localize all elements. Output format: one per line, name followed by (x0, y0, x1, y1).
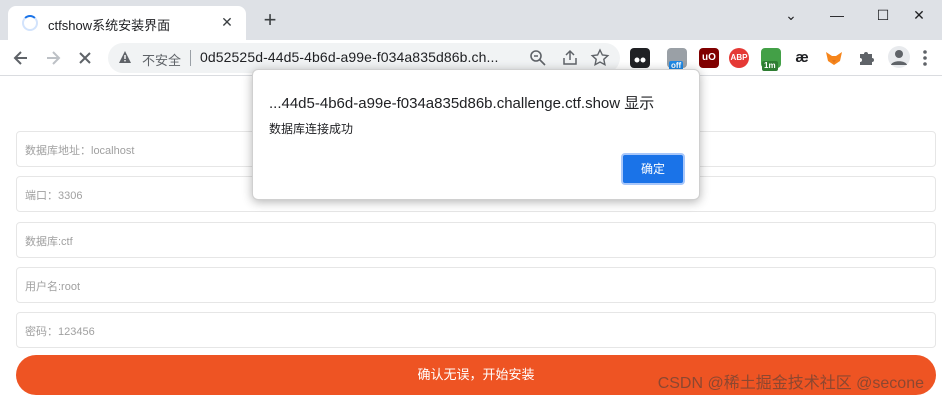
bookmark-star-icon[interactable] (590, 48, 610, 68)
new-tab-button[interactable]: + (258, 9, 282, 33)
ublock-label: uO (702, 52, 716, 63)
username-field[interactable]: 用户名:root (16, 267, 936, 303)
dialog-message: 数据库连接成功 (269, 122, 354, 136)
adblock-label: ABP (730, 53, 748, 62)
ae-icon[interactable]: æ (792, 48, 812, 68)
fox-icon (826, 52, 842, 65)
tampermonkey-glyph-icon (634, 57, 646, 63)
alert-dialog: ...44d5-4b6d-a99e-f034a835d86b.challenge… (252, 69, 700, 200)
1m-badge: 1m (762, 61, 778, 71)
minimize-button[interactable]: — (814, 2, 860, 28)
db-name-text: 数据库:ctf (25, 236, 73, 248)
ublock-icon[interactable]: uO (699, 48, 719, 68)
username-text: 用户名:root (25, 281, 81, 293)
share-icon[interactable] (560, 48, 580, 68)
tab-title: ctfshow系统安装界面 (48, 18, 171, 33)
extensions-puzzle-icon (860, 52, 874, 65)
puzzle-icon[interactable] (856, 48, 876, 68)
menu-button[interactable] (912, 45, 938, 71)
ext-off-icon[interactable]: off (667, 48, 687, 71)
dialog-title: ...44d5-4b6d-a99e-f034a835d86b.challenge… (269, 95, 655, 112)
port-text: 端口：3306 (25, 190, 83, 202)
stop-button[interactable] (72, 45, 98, 71)
password-field[interactable]: 密码：123456 (16, 312, 936, 348)
forward-button[interactable] (40, 45, 66, 71)
ext-green-icon[interactable]: 1m (761, 48, 781, 71)
tab-search-icon[interactable]: ⌄ (768, 2, 814, 28)
loading-spinner-icon (22, 15, 38, 31)
url-text[interactable]: 0d52525d-44d5-4b6d-a99e-f034a835d86b.ch.… (200, 49, 498, 65)
profile-avatar[interactable] (888, 46, 910, 68)
tampermonkey-icon[interactable] (630, 48, 650, 68)
password-text: 密码：123456 (25, 326, 95, 338)
back-arrow-icon (13, 51, 27, 65)
star-icon (590, 48, 610, 67)
forward-arrow-icon (47, 51, 61, 65)
tab-active[interactable]: ctfshow系统安装界面 ✕ (8, 6, 246, 40)
zoom-icon[interactable] (528, 48, 548, 68)
ae-label: æ (795, 49, 809, 66)
db-host-text: 数据库地址：localhost (25, 145, 135, 157)
share-arrow-icon (563, 49, 577, 65)
divider (190, 50, 191, 66)
tab-close-icon[interactable]: ✕ (218, 13, 236, 31)
watermark: CSDN @稀土掘金技术社区 @secone (657, 375, 924, 392)
metamask-icon[interactable] (824, 48, 844, 68)
warning-icon[interactable] (118, 50, 132, 64)
security-label[interactable]: 不安全 (142, 50, 181, 69)
tab-strip: ctfshow系统安装界面 ✕ + ⌄ — ☐ ✕ (0, 0, 942, 40)
browser-window: ctfshow系统安装界面 ✕ + ⌄ — ☐ ✕ 不安全 0d52525d-4… (0, 0, 942, 408)
stop-x-icon (79, 52, 91, 64)
ok-button[interactable]: 确定 (621, 153, 685, 185)
kebab-menu-icon (923, 50, 927, 66)
person-icon (891, 50, 907, 65)
window-close-button[interactable]: ✕ (896, 2, 942, 28)
db-name-field[interactable]: 数据库:ctf (16, 222, 936, 258)
back-button[interactable] (8, 45, 34, 71)
adblock-icon[interactable]: ABP (729, 48, 749, 68)
magnifier-icon (530, 50, 546, 66)
